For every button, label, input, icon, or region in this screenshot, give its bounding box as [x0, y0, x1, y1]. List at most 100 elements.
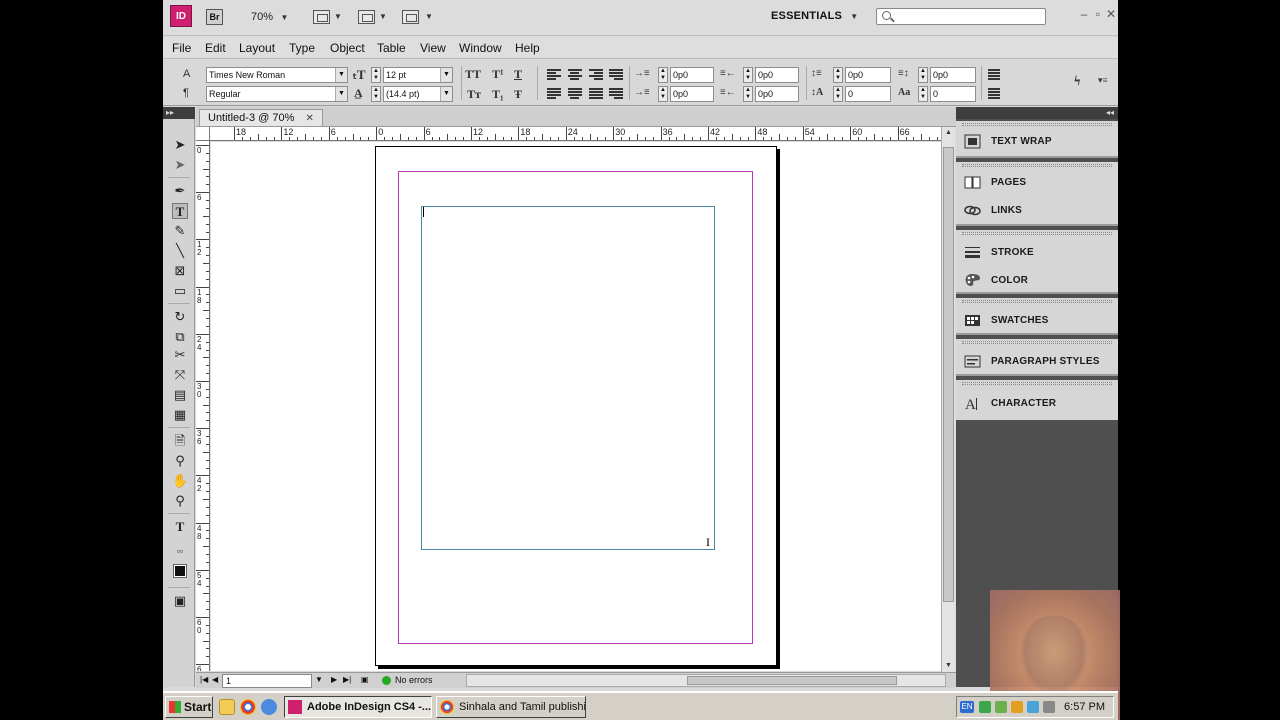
- drop-cap-chars-field[interactable]: 0: [930, 86, 976, 102]
- justify-left-icon[interactable]: [547, 88, 561, 100]
- restore-button[interactable]: ▫: [1091, 7, 1105, 21]
- drop-cap-chars-stepper[interactable]: ▲ ▼: [918, 86, 928, 102]
- panel-text-wrap[interactable]: TEXT WRAP: [956, 130, 1118, 154]
- horizontal-scrollbar[interactable]: [466, 674, 946, 687]
- font-style-select[interactable]: Regular ▼: [206, 86, 348, 102]
- character-mode-icon[interactable]: A: [183, 68, 190, 80]
- rectangle-frame-tool-icon[interactable]: ⊠: [172, 263, 188, 279]
- leading-field[interactable]: (14.4 pt) ▼: [383, 86, 453, 102]
- small-caps-button[interactable]: Tт: [467, 87, 481, 102]
- panel-grip[interactable]: [962, 232, 1112, 235]
- panel-swatches[interactable]: SWATCHES: [956, 309, 1118, 333]
- menu-file[interactable]: File: [172, 41, 191, 55]
- language-indicator[interactable]: EN: [960, 701, 974, 713]
- first-line-stepper[interactable]: ▲ ▼: [658, 86, 668, 102]
- last-page-icon[interactable]: ▶|: [343, 675, 351, 684]
- panel-grip[interactable]: [962, 123, 1112, 126]
- gradient-feather-tool-icon[interactable]: ▦: [172, 407, 188, 423]
- panel-grip[interactable]: [962, 164, 1112, 167]
- prev-page-icon[interactable]: ◀: [212, 675, 218, 684]
- justify-all-icon[interactable]: [589, 88, 603, 100]
- numbered-list-icon[interactable]: [988, 88, 1002, 100]
- open-page-icon[interactable]: ▣: [361, 675, 369, 684]
- first-page-icon[interactable]: |◀: [200, 675, 208, 684]
- chevron-down-icon[interactable]: ▼: [425, 7, 433, 27]
- left-indent-stepper[interactable]: ▲ ▼: [658, 67, 668, 83]
- rotate-tool-icon[interactable]: ↻: [172, 309, 188, 325]
- menu-window[interactable]: Window: [459, 41, 502, 55]
- panel-menu-icon[interactable]: ▾≡: [1098, 75, 1108, 86]
- search-input[interactable]: [876, 8, 1046, 25]
- fill-color-icon[interactable]: [173, 564, 187, 578]
- panel-links[interactable]: LINKS: [956, 199, 1118, 223]
- dock-collapse-icon[interactable]: ◂◂: [956, 107, 1118, 119]
- menu-type[interactable]: Type: [289, 41, 315, 55]
- internet-explorer-icon[interactable]: [261, 699, 277, 715]
- text-frame[interactable]: I: [421, 206, 715, 550]
- tray-app-icon[interactable]: [1011, 701, 1023, 713]
- panel-character[interactable]: A CHARACTER: [956, 392, 1118, 416]
- next-page-icon[interactable]: ▶: [331, 675, 337, 684]
- clock[interactable]: 6:57 PM: [1064, 701, 1105, 713]
- leading-stepper[interactable]: ▲ ▼: [371, 86, 381, 102]
- align-towards-spine-icon[interactable]: [609, 69, 623, 81]
- font-family-select[interactable]: Times New Roman ▼: [206, 67, 348, 83]
- menu-view[interactable]: View: [420, 41, 446, 55]
- hand-tool-icon[interactable]: ✋: [172, 473, 188, 489]
- space-before-stepper[interactable]: ▲ ▼: [833, 67, 843, 83]
- view-options-icon[interactable]: [313, 10, 330, 24]
- menu-edit[interactable]: Edit: [205, 41, 226, 55]
- start-button[interactable]: Start: [165, 696, 213, 718]
- document-tab[interactable]: Untitled-3 @ 70% ✕: [199, 109, 323, 126]
- panel-grip[interactable]: [962, 300, 1112, 303]
- tray-app-icon[interactable]: [979, 701, 991, 713]
- align-center-icon[interactable]: [568, 69, 582, 81]
- align-right-icon[interactable]: [589, 69, 603, 81]
- right-indent-field[interactable]: 0p0: [755, 67, 799, 83]
- document-page[interactable]: I: [375, 146, 777, 666]
- selection-tool-icon[interactable]: ➤: [172, 137, 188, 153]
- gradient-swatch-tool-icon[interactable]: ▤: [172, 387, 188, 403]
- left-indent-field[interactable]: 0p0: [670, 67, 714, 83]
- tray-app-icon[interactable]: [995, 701, 1007, 713]
- eyedropper-tool-icon[interactable]: ⚲: [172, 453, 188, 469]
- pencil-tool-icon[interactable]: ✎: [172, 223, 188, 239]
- close-button[interactable]: ✕: [1104, 7, 1118, 21]
- scissors-tool-icon[interactable]: ✂: [172, 347, 188, 363]
- last-line-stepper[interactable]: ▲ ▼: [743, 86, 753, 102]
- zoom-tool-icon[interactable]: ⚲: [172, 493, 188, 509]
- superscript-button[interactable]: T¹: [492, 67, 504, 82]
- space-after-stepper[interactable]: ▲ ▼: [918, 67, 928, 83]
- scroll-thumb[interactable]: [943, 147, 954, 602]
- chrome-icon[interactable]: [240, 699, 256, 715]
- direct-selection-tool-icon[interactable]: ➤: [172, 157, 188, 173]
- note-tool-icon[interactable]: 🗎: [172, 433, 188, 449]
- scroll-down-icon[interactable]: ▼: [942, 660, 955, 672]
- panel-stroke[interactable]: STROKE: [956, 241, 1118, 265]
- line-tool-icon[interactable]: ╲: [172, 243, 188, 259]
- taskbar-chrome[interactable]: Sinhala and Tamil publishi...: [436, 696, 586, 718]
- justify-center-icon[interactable]: [568, 88, 582, 100]
- menu-table[interactable]: Table: [377, 41, 406, 55]
- free-transform-tool-icon[interactable]: ⤧: [172, 367, 188, 383]
- chevron-down-icon[interactable]: ▼: [334, 7, 342, 27]
- menu-help[interactable]: Help: [515, 41, 540, 55]
- chevron-down-icon[interactable]: ▼: [379, 7, 387, 27]
- tools-collapse-icon[interactable]: ▸▸: [163, 107, 195, 119]
- bridge-button[interactable]: Br: [206, 9, 223, 25]
- space-before-field[interactable]: 0p0: [845, 67, 891, 83]
- panel-grip[interactable]: [962, 341, 1112, 344]
- taskbar-indesign[interactable]: Adobe InDesign CS4 -...: [284, 696, 432, 718]
- scroll-thumb[interactable]: [687, 676, 897, 685]
- justify-right-icon[interactable]: [609, 88, 623, 100]
- formatting-affects-text-icon[interactable]: T: [172, 519, 188, 535]
- quick-apply-icon[interactable]: ϟ: [1074, 74, 1080, 90]
- preflight-status[interactable]: No errors: [381, 674, 433, 688]
- subscript-button[interactable]: T₁: [492, 87, 504, 102]
- close-icon[interactable]: ✕: [305, 113, 313, 124]
- panel-paragraph-styles[interactable]: PARAGRAPH STYLES: [956, 350, 1118, 374]
- scroll-up-icon[interactable]: ▲: [942, 127, 955, 139]
- ruler-origin[interactable]: [196, 127, 210, 141]
- all-caps-button[interactable]: TT: [465, 67, 481, 82]
- panel-color[interactable]: COLOR: [956, 269, 1118, 293]
